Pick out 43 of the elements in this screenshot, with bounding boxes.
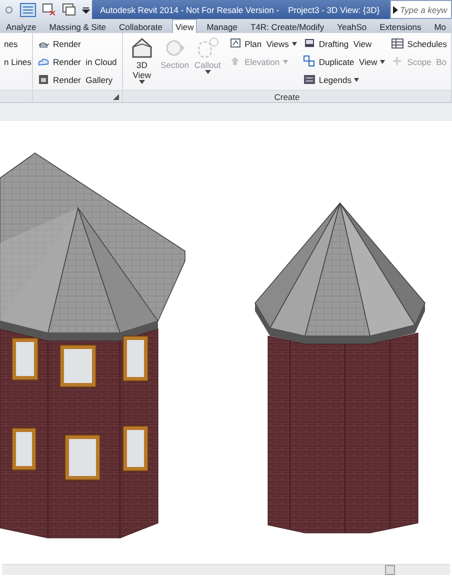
elevation-icon: [228, 55, 242, 68]
document-title: Project3 - 3D View: {3D}: [288, 4, 380, 14]
dropdown-arrow-icon[interactable]: [380, 60, 386, 64]
ribbon-item[interactable]: Legends: [318, 74, 352, 84]
ribbon-tab[interactable]: View: [172, 19, 197, 33]
close-windows-icon[interactable]: [42, 3, 56, 16]
ribbon-button-label[interactable]: 3D: [136, 60, 148, 70]
dropdown-arrow-icon[interactable]: [82, 4, 90, 14]
ribbon-item[interactable]: Render: [53, 38, 81, 48]
scrollbar-thumb[interactable]: [385, 565, 395, 575]
schedule-icon: [391, 37, 404, 50]
ribbon-tab[interactable]: Collaborate: [116, 19, 166, 33]
ribbon-item[interactable]: Render Gallery: [53, 74, 113, 84]
ribbon-item[interactable]: Duplicate View: [318, 56, 378, 66]
ribbon-item[interactable]: Render in Cloud: [53, 56, 117, 66]
dropdown-arrow-icon[interactable]: [138, 80, 145, 84]
ribbon-tab[interactable]: YeahSo: [334, 19, 370, 33]
expand-arrow-icon[interactable]: [393, 6, 398, 14]
ribbon-item[interactable]: n Lines: [4, 54, 32, 69]
house-icon: [130, 36, 154, 60]
dropdown-arrow-icon[interactable]: [292, 42, 297, 46]
ribbon-tab[interactable]: Extensions: [376, 19, 424, 33]
ribbon-button-label[interactable]: View: [132, 70, 152, 80]
ribbon-item[interactable]: nes: [4, 36, 32, 51]
gallery-icon: [37, 73, 50, 86]
ribbon-tab[interactable]: Massing & Site: [46, 19, 109, 33]
callout-icon: [196, 36, 220, 60]
panel-launcher-icon[interactable]: [113, 94, 119, 100]
panel-title: Create: [274, 92, 300, 102]
search-field[interactable]: Type a keyw: [390, 0, 452, 19]
ribbon-tab[interactable]: T4R: Create/Modify: [247, 19, 328, 33]
ribbon-tab[interactable]: Analyze: [3, 19, 40, 33]
ribbon-item[interactable]: Schedules: [407, 38, 447, 48]
ribbon-item[interactable]: Drafting View: [318, 38, 372, 48]
dropdown-arrow-icon[interactable]: [354, 78, 360, 82]
ribbon-item[interactable]: Plan Views: [244, 38, 289, 48]
horizontal-scrollbar[interactable]: [2, 564, 450, 575]
switch-windows-icon[interactable]: [62, 3, 76, 16]
window-title: Autodesk Revit 2014 - Not For Resale Version -: [100, 4, 280, 14]
duplicate-icon: [302, 55, 316, 68]
ribbon-tab[interactable]: Mo: [431, 19, 450, 33]
properties-icon[interactable]: [20, 2, 36, 16]
ribbon-tab[interactable]: Manage: [204, 19, 240, 33]
